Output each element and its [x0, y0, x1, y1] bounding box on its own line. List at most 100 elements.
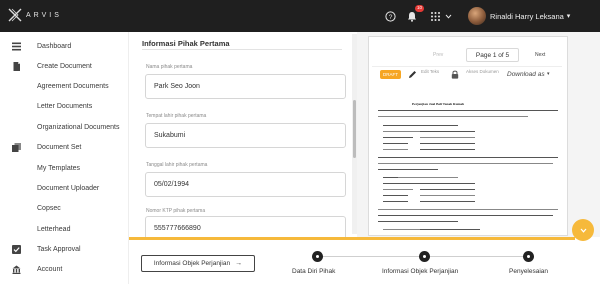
- top-navigation-bar: ARVIS ? 10 Rinaldi Harry Leksana ▾: [0, 0, 600, 32]
- logo-icon: [8, 8, 22, 22]
- first-party-birthplace-input[interactable]: Sukabumi: [145, 123, 346, 148]
- document-text-line: [383, 137, 413, 138]
- sidebar-item-agreement-documents[interactable]: Agreement Documents: [0, 78, 129, 94]
- collapse-chevron-icon[interactable]: [572, 219, 594, 241]
- sidebar-item-label: My Templates: [37, 164, 81, 172]
- user-name: Rinaldi Harry Leksana: [490, 11, 564, 21]
- prev-page-button[interactable]: Prev: [433, 52, 443, 58]
- avatar: [468, 7, 486, 25]
- sidebar-item-label: Agreement Documents: [37, 82, 109, 90]
- document-text-line: [383, 229, 423, 230]
- svg-text:?: ?: [388, 14, 392, 21]
- document-text-line: [378, 209, 558, 210]
- document-text-line: [378, 163, 553, 164]
- sidebar-item-document-set[interactable]: Document Set: [0, 139, 129, 155]
- document-text-line: [378, 110, 558, 111]
- document-title: Perjanjian Jual Beli Tanah Rumah: [412, 102, 465, 106]
- stepper-connector: [323, 256, 420, 257]
- next-step-button[interactable]: Informasi Objek Perjanjian →: [141, 255, 255, 272]
- document-text-line: [378, 157, 558, 158]
- help-icon[interactable]: ?: [383, 9, 397, 23]
- sidebar-item-organizational-documents[interactable]: Organizational Documents: [0, 119, 129, 135]
- document-text-line: [378, 221, 458, 222]
- sidebar-item-label: Dashboard: [37, 42, 72, 50]
- sidebar-item-document-uploader[interactable]: Document Uploader: [0, 180, 129, 196]
- sidebar-item-label: Document Set: [37, 143, 82, 151]
- stepper-connector: [430, 256, 523, 257]
- sidebar-item-create-document[interactable]: Create Document: [0, 58, 129, 74]
- document-text-line: [420, 137, 475, 138]
- divider: [372, 66, 562, 67]
- divider: [142, 49, 342, 50]
- document-text-line: [420, 131, 475, 132]
- edit-text-button[interactable]: Edit Teks: [421, 69, 441, 75]
- apps-grid-icon[interactable]: [428, 9, 442, 23]
- step-indicator-3[interactable]: [523, 251, 534, 262]
- sidebar: Dashboard Create Document Agreement Docu…: [0, 32, 129, 284]
- download-as-dropdown[interactable]: Download as: [507, 71, 545, 78]
- step-label-1: Data Diri Pihak: [292, 268, 336, 275]
- next-page-button[interactable]: Next: [535, 52, 545, 58]
- sidebar-item-label: Organizational Documents: [37, 123, 120, 131]
- step-indicator-1[interactable]: [312, 251, 323, 262]
- chevron-down-icon[interactable]: ▾: [547, 71, 550, 77]
- chevron-down-icon: ▾: [566, 13, 571, 20]
- document-text-line: [420, 189, 475, 190]
- notification-bell-icon[interactable]: 10: [405, 5, 424, 23]
- apps-chevron-down-icon[interactable]: [441, 9, 455, 23]
- step-indicator-2[interactable]: [419, 251, 430, 262]
- document-set-icon: [12, 142, 21, 152]
- dashboard-icon: [12, 42, 21, 50]
- first-party-name-input[interactable]: Park Seo Joon: [145, 74, 346, 99]
- sidebar-item-label: Document Uploader: [37, 184, 100, 192]
- sidebar-item-label: Task Approval: [37, 245, 81, 253]
- building-icon: [12, 265, 21, 274]
- document-text-line: [383, 189, 413, 190]
- field-label-ktp-number: Nomor KTP pihak pertama: [146, 208, 206, 214]
- sidebar-item-task-approval[interactable]: Task Approval: [0, 241, 129, 257]
- step-label-2: Informasi Objek Perjanjian: [382, 268, 459, 275]
- document-text-line: [420, 195, 475, 196]
- document-text-line: [383, 149, 408, 150]
- field-label-birthplace: Tempat lahir pihak pertama: [146, 113, 207, 119]
- document-text-line: [383, 201, 408, 202]
- document-icon: [13, 61, 20, 71]
- first-party-birthdate-input[interactable]: 05/02/1994: [145, 172, 346, 197]
- document-text-line: [378, 215, 553, 216]
- form-panel: Informasi Pihak Pertama Nama pihak perta…: [129, 32, 357, 241]
- document-text-line: [383, 195, 408, 196]
- document-text-line: [378, 169, 438, 170]
- page-indicator: Page 1 of 5: [466, 48, 519, 62]
- document-text-line: [420, 143, 475, 144]
- lock-icon[interactable]: [451, 70, 459, 79]
- document-text-line: [420, 201, 475, 202]
- form-section-title: Informasi Pihak Pertama: [142, 39, 230, 48]
- accent-divider: [129, 237, 575, 240]
- document-text-line: [378, 116, 528, 117]
- document-page: [373, 85, 563, 235]
- document-text-line: [420, 183, 475, 184]
- sidebar-item-copsec[interactable]: Copsec: [0, 200, 129, 216]
- app-logo[interactable]: ARVIS: [8, 8, 62, 22]
- sidebar-item-my-templates[interactable]: My Templates: [0, 160, 129, 176]
- logo-text: ARVIS: [26, 11, 62, 19]
- status-badge: DRAFT: [380, 70, 401, 79]
- document-text-line: [420, 149, 475, 150]
- form-scrollbar-thumb[interactable]: [353, 100, 356, 158]
- document-text-line: [398, 177, 458, 178]
- document-text-line: [420, 229, 480, 230]
- sidebar-item-label: Copsec: [37, 204, 61, 212]
- field-label-birthdate: Tanggal lahir pihak pertama: [146, 162, 208, 168]
- document-text-line: [383, 143, 408, 144]
- sidebar-item-label: Account: [37, 265, 63, 273]
- sidebar-item-dashboard[interactable]: Dashboard: [0, 38, 129, 54]
- sidebar-item-letterhead[interactable]: Letterhead: [0, 221, 129, 237]
- sidebar-item-account[interactable]: Account: [0, 261, 129, 277]
- sidebar-item-label: Create Document: [37, 62, 92, 70]
- document-access-button[interactable]: Akses Dokumen: [466, 69, 500, 75]
- sidebar-item-letter-documents[interactable]: Letter Documents: [0, 98, 129, 114]
- pencil-icon[interactable]: [408, 70, 417, 79]
- notification-badge: 10: [414, 5, 424, 12]
- user-menu[interactable]: Rinaldi Harry Leksana ▾: [468, 7, 570, 25]
- field-label-name: Nama pihak pertama: [146, 64, 193, 70]
